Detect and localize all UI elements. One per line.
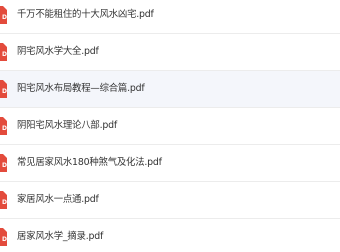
svg-text:DF: DF [2, 125, 7, 132]
file-row[interactable]: DF 阴宅风水学大全.pdf [0, 34, 340, 71]
pdf-icon: DF [0, 43, 7, 61]
file-name: 居家风水学_摘录.pdf [17, 231, 104, 242]
file-name: 阳宅风水布局教程—综合篇.pdf [17, 83, 145, 94]
file-row[interactable]: DF 居家风水学_摘录.pdf [0, 219, 340, 252]
file-name: 阴阳宅风水理论八部.pdf [17, 120, 117, 131]
file-row[interactable]: DF 阳宅风水布局教程—综合篇.pdf [0, 71, 340, 108]
file-list: DF 千万不能租住的十大风水凶宅.pdf DF 阴宅风水学大全.pdf DF 阳… [0, 0, 340, 252]
file-name: 阴宅风水学大全.pdf [17, 46, 99, 57]
svg-text:DF: DF [2, 199, 7, 206]
file-row[interactable]: DF 阴阳宅风水理论八部.pdf [0, 108, 340, 145]
pdf-icon: DF [0, 191, 7, 209]
pdf-icon: DF [0, 6, 7, 24]
file-row[interactable]: DF 常见居家风水180种煞气及化法.pdf [0, 145, 340, 182]
pdf-icon: DF [0, 80, 7, 98]
svg-text:DF: DF [2, 51, 7, 58]
file-name: 千万不能租住的十大风水凶宅.pdf [17, 9, 154, 20]
svg-text:DF: DF [2, 14, 7, 21]
file-row[interactable]: DF 千万不能租住的十大风水凶宅.pdf [0, 0, 340, 34]
svg-text:DF: DF [2, 236, 7, 243]
file-name: 家居风水一点通.pdf [17, 194, 99, 205]
svg-text:DF: DF [2, 88, 7, 95]
pdf-icon: DF [0, 154, 7, 172]
pdf-icon: DF [0, 228, 7, 246]
pdf-icon: DF [0, 117, 7, 135]
file-name: 常见居家风水180种煞气及化法.pdf [17, 157, 162, 168]
svg-text:DF: DF [2, 162, 7, 169]
file-row[interactable]: DF 家居风水一点通.pdf [0, 182, 340, 219]
